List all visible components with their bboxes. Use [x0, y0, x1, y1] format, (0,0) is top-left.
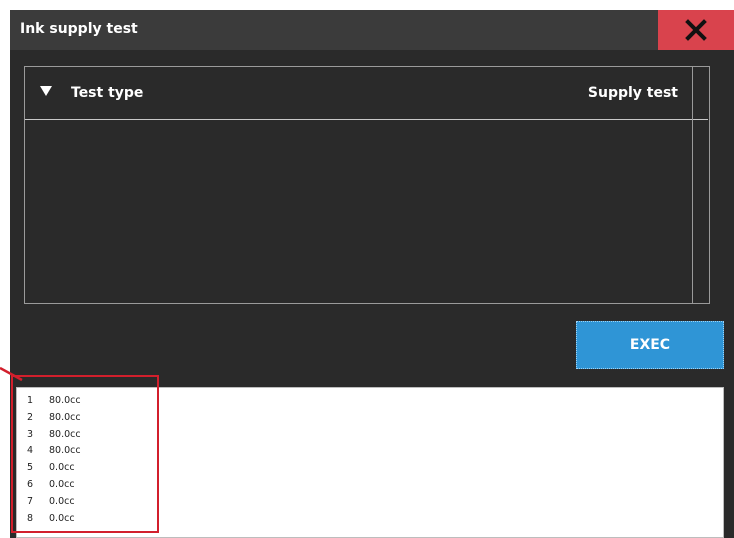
close-button[interactable]: [658, 10, 734, 50]
test-type-panel: Test type Supply test: [24, 66, 710, 304]
triangle-down-icon: [40, 86, 52, 96]
highlight-header-bar: [21, 381, 149, 386]
test-type-dropdown[interactable]: Test type Supply test: [25, 67, 708, 120]
close-x-icon: [685, 19, 707, 41]
test-type-label: Test type: [71, 85, 144, 101]
dialog-title: Ink supply test: [20, 21, 138, 37]
exec-button[interactable]: EXEC: [576, 321, 724, 369]
panel-scrollbar[interactable]: [692, 67, 709, 303]
highlight-box: [11, 375, 159, 533]
test-type-value: Supply test: [587, 85, 678, 101]
title-bar: Ink supply test: [10, 10, 734, 50]
